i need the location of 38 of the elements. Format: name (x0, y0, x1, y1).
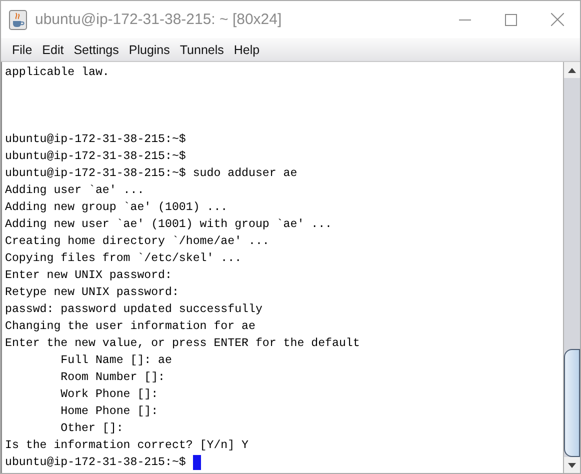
close-icon (550, 13, 564, 26)
window-title: ubuntu@ip-172-31-38-215: ~ [80x24] (35, 11, 283, 28)
up-arrow-icon (568, 68, 576, 72)
terminal-line: Adding new user `ae' (1001) with group `ae' ... (5, 217, 332, 233)
terminal-line: ubuntu@ip-172-31-38-215:~$ sudo adduser ae (5, 166, 298, 182)
terminal-line: Retype new UNIX password: (5, 285, 179, 301)
terminal-line: passwd: password updated successfully (5, 302, 262, 318)
terminal-line: Other []: (60, 421, 124, 437)
terminal-line: Work Phone []: (60, 387, 158, 403)
terminal-line: Creating home directory `/home/ae' ... (5, 234, 270, 250)
terminal-line: Room Number []: (60, 370, 166, 386)
scrollbar[interactable] (563, 62, 580, 473)
terminal-line: ubuntu@ip-172-31-38-215:~$ (5, 455, 187, 471)
scroll-up-button[interactable] (564, 62, 580, 78)
terminal-line: Adding user `ae' ... (5, 183, 144, 199)
terminal-line: Enter new UNIX password: (5, 268, 172, 284)
terminal-line: Is the information correct? [Y/n] Y (5, 438, 249, 454)
menu-item[interactable]: File (7, 42, 38, 56)
terminal-line: applicable law. (5, 65, 110, 81)
down-arrow-icon (568, 462, 576, 468)
scroll-down-button[interactable] (564, 457, 580, 473)
terminal-line: Full Name []: ae (60, 353, 172, 369)
terminal-line: Adding new group `ae' (1001) ... (5, 200, 228, 216)
minimize-icon (459, 18, 471, 20)
maximize-icon (505, 14, 517, 26)
menu-item[interactable]: Help (228, 42, 265, 56)
terminal-line: Copying files from `/etc/skel' ... (5, 251, 242, 267)
terminal-line: Home Phone []: (60, 404, 158, 420)
coffee-cup-icon (9, 10, 27, 30)
scrollbar-thumb[interactable] (564, 349, 580, 457)
terminal-line: ubuntu@ip-172-31-38-215:~$ (5, 149, 186, 165)
menu-item[interactable]: Edit (37, 42, 69, 56)
terminal-line: Changing the user information for ae (5, 319, 256, 335)
menu-item[interactable]: Tunnels (174, 42, 229, 56)
menu-item[interactable]: Plugins (124, 42, 175, 56)
terminal-line: ubuntu@ip-172-31-38-215:~$ (5, 132, 186, 148)
terminal-line: Enter the new value, or press ENTER for the default (5, 336, 360, 352)
menu-item[interactable]: Settings (68, 42, 124, 56)
